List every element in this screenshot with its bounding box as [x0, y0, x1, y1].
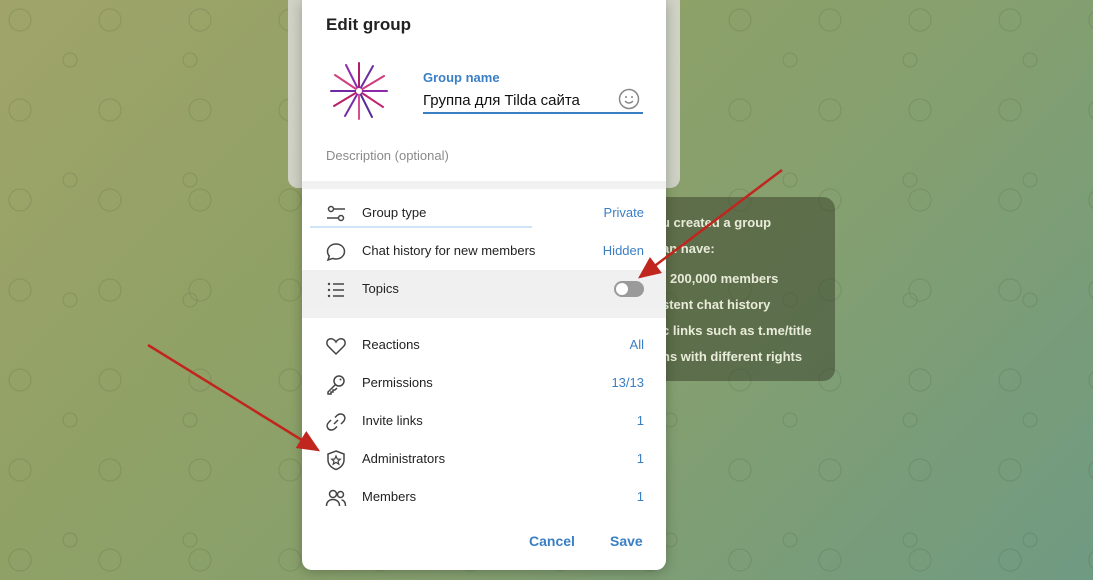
members-label: Members: [362, 489, 417, 504]
section-divider: [302, 308, 666, 318]
permissions-row[interactable]: Permissions 13/13: [302, 364, 666, 402]
reactions-label: Reactions: [362, 337, 420, 352]
dialog-title: Edit group: [326, 15, 411, 34]
chat-history-label: Chat history for new members: [362, 243, 536, 258]
link-icon: [326, 413, 346, 431]
info-line: ns with different rights: [662, 349, 803, 364]
reactions-row[interactable]: Reactions All: [302, 326, 666, 364]
administrators-row[interactable]: Administrators 1: [302, 440, 666, 478]
group-name-label: Group name: [423, 70, 500, 85]
heart-icon: [326, 338, 346, 356]
info-line: 200,000 members: [670, 271, 779, 286]
emoji-icon[interactable]: [618, 88, 640, 110]
description-field[interactable]: Description (optional): [326, 148, 449, 163]
permissions-value: 13/13: [611, 375, 644, 390]
group-avatar[interactable]: [326, 58, 392, 124]
group-type-value: Private: [603, 205, 644, 220]
shield-star-icon: [327, 450, 345, 471]
reactions-value: All: [629, 337, 644, 352]
administrators-value: 1: [636, 451, 644, 466]
list-icon: [327, 282, 344, 298]
sliders-icon: [327, 205, 345, 222]
info-line: an have:: [662, 241, 715, 256]
group-name-input[interactable]: [423, 88, 643, 114]
members-row[interactable]: Members 1: [302, 478, 666, 516]
topics-label: Topics: [362, 281, 399, 296]
invite-links-label: Invite links: [362, 413, 423, 428]
info-line: stent chat history: [662, 297, 771, 312]
invite-links-row[interactable]: Invite links 1: [302, 402, 666, 440]
edit-group-dialog: Edit group Group name De: [302, 0, 666, 570]
firework-icon: [330, 62, 388, 120]
group-type-label: Group type: [362, 205, 427, 220]
info-line: c links such as t.me/title: [662, 323, 812, 338]
row-focus-underline: [310, 226, 532, 228]
administrators-label: Administrators: [362, 451, 446, 466]
topics-toggle[interactable]: [614, 281, 644, 297]
permissions-label: Permissions: [362, 375, 433, 390]
cancel-button[interactable]: Cancel: [529, 533, 575, 549]
section-divider: [302, 181, 666, 189]
chat-history-value: Hidden: [602, 243, 644, 258]
info-line: u created a group: [662, 215, 772, 230]
group-info-card: u created a group an have: 200,000 membe…: [640, 197, 835, 381]
chat-history-row[interactable]: Chat history for new members Hidden: [302, 232, 666, 270]
toggle-knob: [615, 282, 629, 296]
chat-bubble-icon: [326, 243, 346, 262]
invite-links-value: 1: [636, 413, 644, 428]
members-icon: [325, 489, 347, 507]
members-value: 1: [636, 489, 644, 504]
key-icon: [327, 375, 345, 395]
topics-row[interactable]: Topics: [302, 270, 666, 308]
save-button[interactable]: Save: [610, 533, 643, 549]
